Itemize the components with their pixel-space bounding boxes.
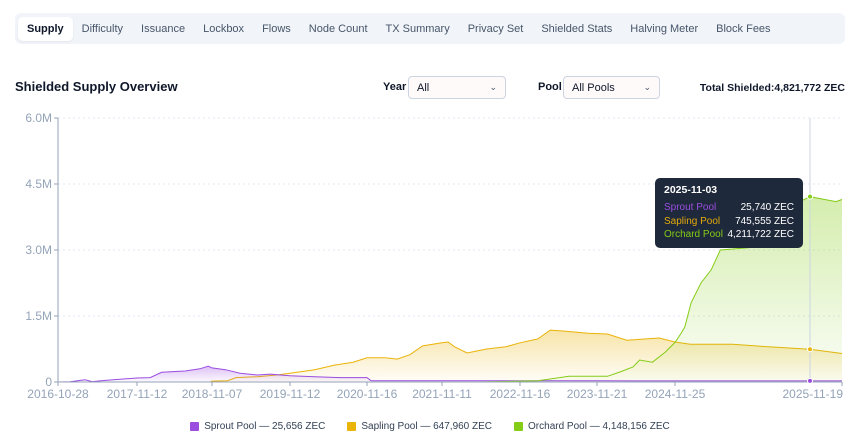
x-tick-label: 2019-11-12 xyxy=(260,387,321,401)
x-tick-label: 2024-11-25 xyxy=(645,387,706,401)
legend-swatch xyxy=(190,422,200,431)
x-tick-label: 2016-10-28 xyxy=(27,387,89,401)
tooltip-row: Orchard Pool 4,211,722 ZEC xyxy=(664,228,794,242)
tooltip-series-value: 745,555 ZEC xyxy=(735,215,794,227)
tooltip-series-value: 25,740 ZEC xyxy=(740,202,794,213)
x-tick-label: 2021-11-11 xyxy=(412,387,472,401)
tooltip-series-value: 4,211,722 ZEC xyxy=(727,229,794,240)
highlight-point xyxy=(807,346,813,353)
legend-item[interactable]: Orchard Pool — 4,148,156 ZEC xyxy=(514,421,670,432)
tooltip-row: Sprout Pool 25,740 ZEC xyxy=(664,201,794,215)
tooltip-series-name: Orchard Pool xyxy=(664,229,723,240)
y-tick-label: 6.0M xyxy=(25,111,52,125)
x-tick-label: 2025-11-19 xyxy=(783,387,844,401)
highlight-point xyxy=(807,193,813,200)
tooltip-series-name: Sapling Pool xyxy=(664,215,721,227)
legend-item[interactable]: Sprout Pool — 25,656 ZEC xyxy=(190,421,325,432)
y-tick-label: 3.0M xyxy=(25,243,52,257)
x-tick-label: 2023-11-21 xyxy=(567,387,628,401)
x-tick-label: 2022-11-16 xyxy=(490,387,551,401)
legend-swatch xyxy=(347,422,357,431)
highlight-point xyxy=(807,377,813,384)
x-tick-label: 2018-11-07 xyxy=(182,387,243,401)
x-tick-label: 2020-11-16 xyxy=(337,387,398,401)
chart-tooltip: 2025-11-03 Sprout Pool 25,740 ZEC Sapling … xyxy=(655,178,803,248)
y-tick-label: 4.5M xyxy=(25,177,52,191)
y-tick-label: 1.5M xyxy=(25,309,52,323)
legend-label: Orchard Pool — 4,148,156 ZEC xyxy=(528,421,670,432)
chart-legend: Sprout Pool — 25,656 ZEC Sapling Pool — 6… xyxy=(0,421,860,432)
tooltip-date: 2025-11-03 xyxy=(664,184,718,196)
legend-swatch xyxy=(514,422,524,431)
legend-label: Sprout Pool — 25,656 ZEC xyxy=(204,421,326,432)
x-tick-label: 2017-11-12 xyxy=(107,387,168,401)
tooltip-series-name: Sprout Pool xyxy=(664,202,717,213)
tooltip-row: Sapling Pool 745,555 ZEC xyxy=(664,215,794,229)
legend-label: Sapling Pool — 647,960 ZEC xyxy=(361,421,493,432)
legend-item[interactable]: Sapling Pool — 647,960 ZEC xyxy=(347,421,492,432)
